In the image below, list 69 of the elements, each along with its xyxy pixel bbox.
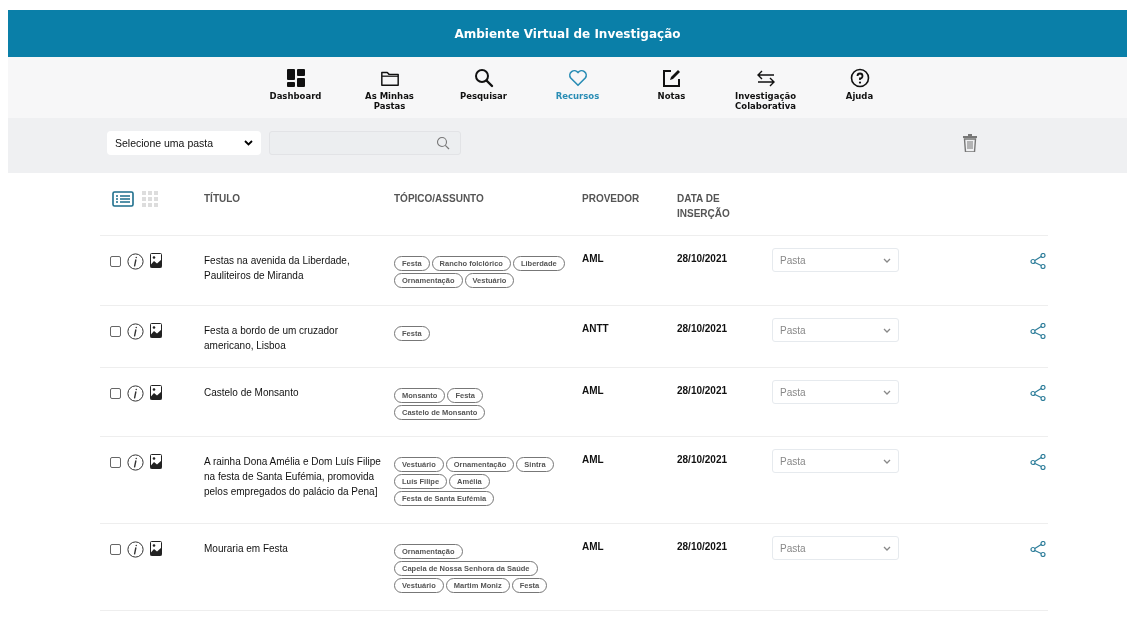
folder-select[interactable]: Selecione uma pasta [107, 131, 261, 155]
nav-item[interactable]: Dashboard [248, 57, 343, 118]
chevron-icon [883, 327, 891, 333]
column-header: TÍTULO [204, 191, 242, 206]
column-header: DATA DE INSERÇÃO [677, 192, 731, 221]
help-icon [849, 68, 870, 88]
checkbox[interactable] [110, 457, 121, 468]
search-icon [436, 136, 450, 150]
checkbox[interactable] [110, 388, 121, 399]
image-icon[interactable] [150, 454, 162, 469]
trash-icon[interactable] [963, 134, 977, 152]
nav-item[interactable]: Ajuda [812, 57, 907, 118]
title-cell-text: Mouraria em Festa [204, 542, 289, 556]
title-cell-text: A rainha Dona Amélia e Dom Luís Filipe na festa de Santa Eufémia, promovida pelos empregados do palácio da Pena] [204, 455, 382, 499]
provider-cell-text: ANTT [582, 323, 610, 334]
exchange-icon [755, 68, 776, 88]
share-icon[interactable] [1030, 385, 1046, 401]
provider-cell-text: AML [582, 253, 605, 264]
nav-item[interactable]: As Minhas Pastas [342, 57, 437, 118]
chevron-icon [883, 458, 891, 464]
folder-select[interactable]: Pasta [772, 318, 899, 342]
search-icon [473, 68, 494, 88]
provider-cell-text: AML [582, 385, 605, 396]
chevron-icon [883, 257, 891, 263]
image-icon[interactable] [150, 253, 162, 268]
nav-item[interactable]: Recursos [530, 57, 625, 118]
folder-select[interactable]: Pasta [772, 248, 899, 272]
info-icon[interactable] [127, 454, 144, 471]
column-header: TÓPICO/ASSUNTO [394, 191, 485, 206]
checkbox[interactable] [110, 544, 121, 555]
nav-item[interactable]: Notas [624, 57, 719, 118]
column-header: PROVEDOR [582, 192, 641, 206]
chevron-icon [883, 389, 891, 395]
info-icon[interactable] [127, 323, 144, 340]
date-cell-text: 28/10/2021 [677, 541, 729, 552]
title-cell-text: Festa a bordo de um cruzador americano, Lisboa [204, 324, 339, 353]
date-cell-text: 28/10/2021 [677, 454, 729, 465]
provider-cell-text: AML [582, 454, 605, 465]
info-icon[interactable] [127, 541, 144, 558]
image-icon[interactable] [150, 323, 162, 338]
share-icon[interactable] [1030, 541, 1046, 557]
image-icon[interactable] [150, 385, 162, 400]
info-icon[interactable] [127, 253, 144, 270]
heart-icon [567, 68, 588, 88]
folder-select[interactable]: Pasta [772, 380, 899, 404]
title-cell-text: Festas na avenida da Liberdade, Pauliteiros de Miranda [204, 254, 351, 283]
share-icon[interactable] [1030, 323, 1046, 339]
share-icon[interactable] [1030, 253, 1046, 269]
chevron-icon [244, 140, 253, 146]
date-cell-text: 28/10/2021 [677, 385, 729, 396]
pencil-square-icon [661, 68, 682, 88]
chevron-icon [883, 545, 891, 551]
nav-item[interactable]: Pesquisar [436, 57, 531, 118]
image-icon[interactable] [150, 541, 162, 556]
nav-item[interactable]: Investigação Colaborativa [718, 57, 813, 118]
list-view-icon[interactable] [112, 191, 134, 207]
dashboard-icon [285, 68, 306, 88]
info-icon[interactable] [127, 385, 144, 402]
checkbox[interactable] [110, 256, 121, 267]
date-cell-text: 28/10/2021 [677, 253, 729, 264]
share-icon[interactable] [1030, 454, 1046, 470]
title-cell-text: Castelo de Monsanto [204, 386, 300, 400]
checkbox[interactable] [110, 326, 121, 337]
search-field[interactable] [269, 131, 461, 155]
folder-select[interactable]: Pasta [772, 536, 899, 560]
date-cell-text: 28/10/2021 [677, 323, 729, 334]
site-title: Ambiente Virtual de Investigação [454, 26, 681, 41]
folder-select[interactable]: Pasta [772, 449, 899, 473]
provider-cell-text: AML [582, 541, 605, 552]
